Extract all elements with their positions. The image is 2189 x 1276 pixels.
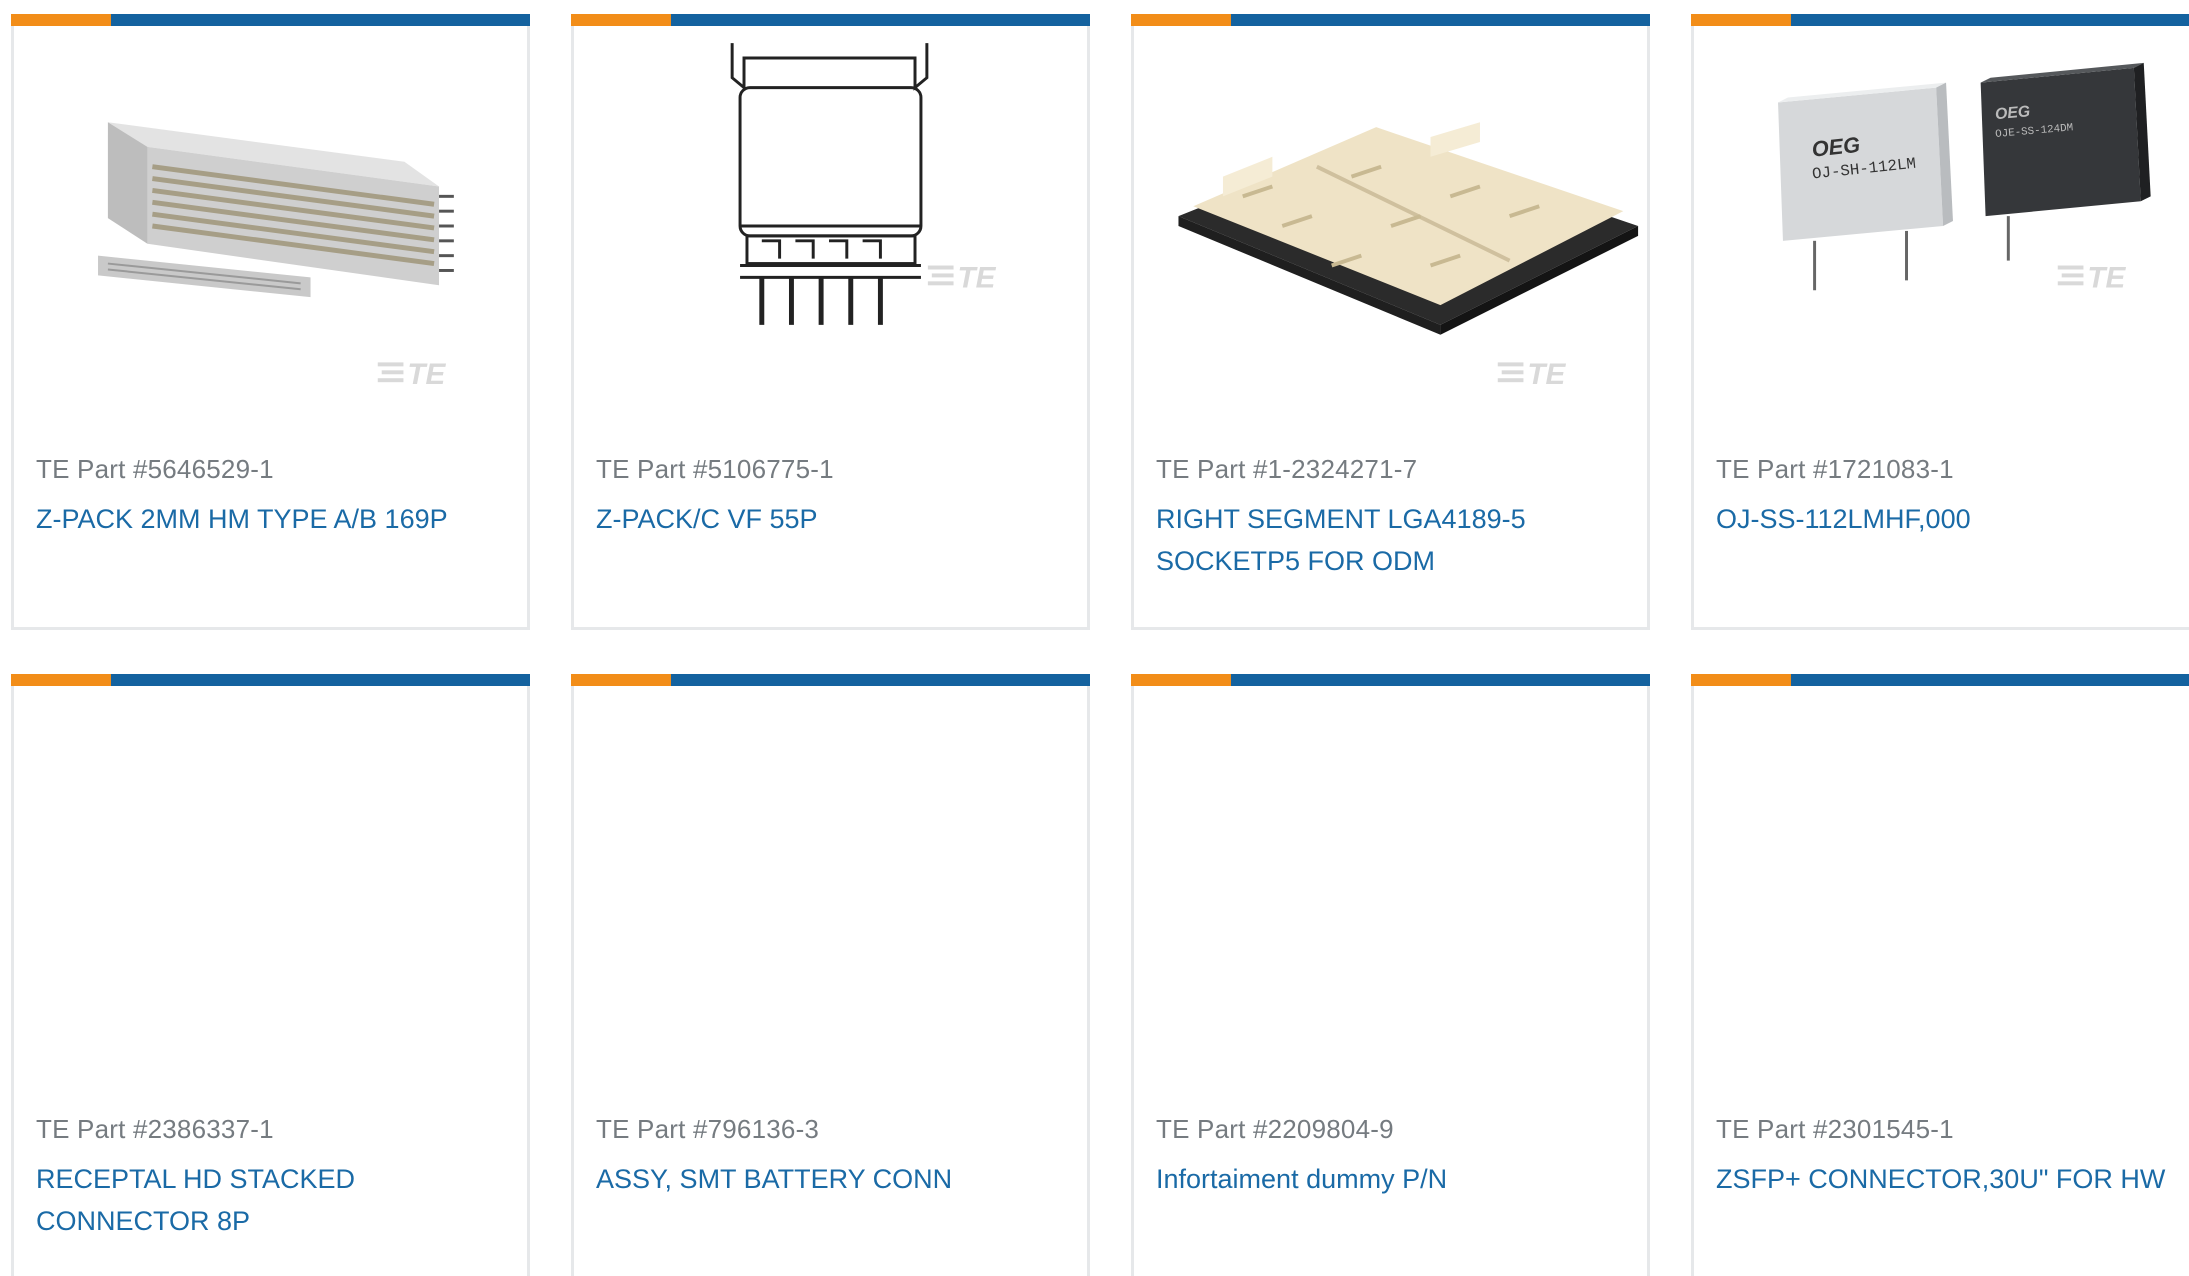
part-number: TE Part #2301545-1 (1716, 1114, 1954, 1144)
product-card[interactable]: TE Part #2301545-1 ZSFP+ CONNECTOR,30U" … (1691, 674, 2189, 1276)
product-name-link[interactable]: Z-PACK 2MM HM TYPE A/B 169P (36, 498, 507, 540)
card-accent-bar (1691, 674, 2189, 686)
product-card[interactable]: TE TE Part #5106775-1 Z-PACK/C VF 55P (571, 14, 1090, 630)
part-number: TE Part #1-2324271-7 (1156, 454, 1418, 484)
product-image-placeholder[interactable] (14, 686, 527, 1086)
svg-text:TE: TE (1527, 358, 1566, 391)
card-accent-bar (11, 14, 530, 26)
part-number: TE Part #1721083-1 (1716, 454, 1954, 484)
product-card[interactable]: TE Part #2386337-1 RECEPTAL HD STACKED C… (11, 674, 530, 1276)
connector-line-drawing-image[interactable]: TE (574, 26, 1087, 426)
card-accent-bar (1691, 14, 2189, 26)
relay-label: OEG (1811, 132, 1862, 162)
svg-text:TE: TE (407, 358, 446, 391)
product-name-link[interactable]: ASSY, SMT BATTERY CONN (596, 1158, 1067, 1200)
part-number: TE Part #5106775-1 (596, 454, 834, 484)
product-name-link[interactable]: Z-PACK/C VF 55P (596, 498, 1067, 540)
svg-text:TE: TE (2087, 261, 2126, 294)
lga-socket-image[interactable]: TE (1134, 26, 1647, 426)
part-number: TE Part #5646529-1 (36, 454, 274, 484)
product-name-link[interactable]: ZSFP+ CONNECTOR,30U" FOR HW (1716, 1158, 2187, 1200)
product-name-link[interactable]: Infortaiment dummy P/N (1156, 1158, 1627, 1200)
product-card[interactable]: TE Part #2209804-9 Infortaiment dummy P/… (1131, 674, 1650, 1276)
svg-text:TE: TE (958, 261, 997, 294)
card-accent-bar (11, 674, 530, 686)
product-name-link[interactable]: RIGHT SEGMENT LGA4189-5 SOCKETP5 FOR ODM (1156, 498, 1627, 582)
part-number: TE Part #2209804-9 (1156, 1114, 1394, 1144)
te-watermark: TE (1497, 358, 1567, 391)
product-card[interactable]: OEG OJ-SH-112LM OEG OJE-SS-124DM TE TE P… (1691, 14, 2189, 630)
product-name-link[interactable]: OJ-SS-112LMHF,000 (1716, 498, 2187, 540)
product-grid: TE TE Part #5646529-1 Z-PACK 2MM HM TYPE… (0, 0, 2189, 1276)
product-image-placeholder[interactable] (574, 686, 1087, 1086)
card-accent-bar (1131, 14, 1650, 26)
relay-label: OEG (1994, 103, 2030, 123)
card-accent-bar (571, 674, 1090, 686)
product-card[interactable]: TE Part #796136-3 ASSY, SMT BATTERY CONN (571, 674, 1090, 1276)
part-number: TE Part #796136-3 (596, 1114, 820, 1144)
product-card[interactable]: TE TE Part #5646529-1 Z-PACK 2MM HM TYPE… (11, 14, 530, 630)
te-watermark: TE (927, 261, 997, 294)
te-watermark: TE (377, 358, 447, 391)
card-accent-bar (1131, 674, 1650, 686)
card-accent-bar (571, 14, 1090, 26)
backplane-connector-image[interactable]: TE (14, 26, 527, 426)
part-number: TE Part #2386337-1 (36, 1114, 274, 1144)
product-card[interactable]: TE TE Part #1-2324271-7 RIGHT SEGMENT LG… (1131, 14, 1650, 630)
product-image-placeholder[interactable] (1134, 686, 1647, 1086)
product-name-link[interactable]: RECEPTAL HD STACKED CONNECTOR 8P (36, 1158, 507, 1242)
relay-image[interactable]: OEG OJ-SH-112LM OEG OJE-SS-124DM TE (1694, 26, 2189, 426)
te-watermark: TE (2057, 261, 2127, 294)
product-image-placeholder[interactable] (1694, 686, 2189, 1086)
